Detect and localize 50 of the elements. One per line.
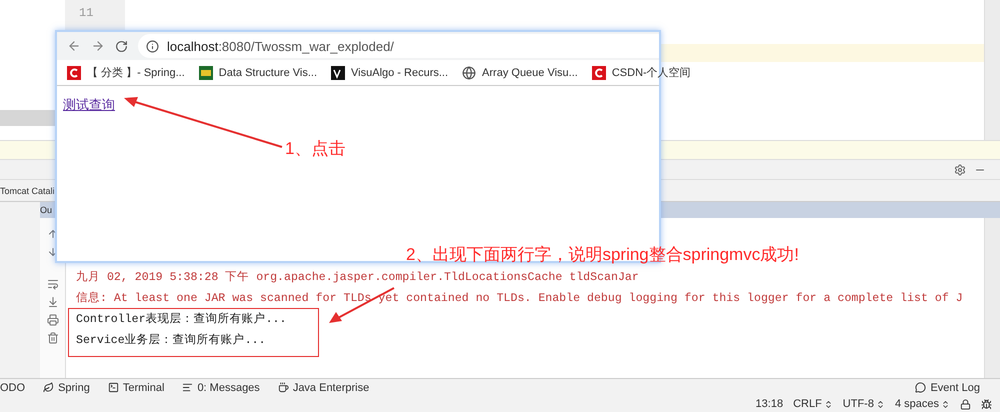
tool-window-tab[interactable]: ODO (0, 382, 26, 394)
c-logo-icon (67, 66, 81, 80)
output-tab[interactable]: Ou (40, 202, 55, 218)
bookmark[interactable]: VisuAlgo - Recurs... (331, 66, 448, 80)
lock-icon[interactable] (960, 398, 971, 410)
bookmark[interactable]: Data Structure Vis... (198, 66, 318, 80)
address-bar[interactable]: localhost:8080/Twossm_war_exploded/ (138, 34, 659, 58)
logo-icon (198, 66, 213, 80)
speech-bubble-icon (915, 382, 926, 393)
status-item: 13:18 (756, 398, 784, 410)
chevrons-icon (876, 400, 885, 408)
event-log-tab[interactable]: Event Log (915, 382, 980, 394)
tool-tab[interactable]: Tomcat Catali (0, 186, 55, 196)
chevrons-icon (941, 400, 950, 408)
line-number: 11 (79, 6, 94, 20)
status-item[interactable]: CRLF (793, 398, 833, 410)
bookmark[interactable]: CSDN-个人空间 (592, 65, 691, 80)
c-logo-icon (592, 66, 606, 80)
logo-icon (331, 66, 346, 80)
reload-icon[interactable] (115, 40, 128, 52)
tool-window-tab[interactable]: Terminal (108, 382, 164, 394)
console-line: 信息: At least one JAR was scanned for TLDs yet contained no TLDs. Enable debug logging for this logger for a complete list of J (76, 290, 964, 306)
trash-icon[interactable] (46, 332, 58, 344)
settings-icon[interactable] (954, 164, 966, 176)
bookmark[interactable]: Array Queue Visu... (462, 66, 578, 80)
tool-window-tab[interactable]: Java Enterprise (278, 382, 370, 394)
console-line: Service业务层：查询所有账户... (76, 332, 267, 348)
print-icon[interactable] (46, 314, 58, 326)
console-line: 九月 02, 2019 5:38:28 下午 org.apache.jasper.compiler.TldLocationsCache tldScanJar (76, 270, 640, 285)
globe-icon (462, 66, 476, 80)
console-line: Controller表现层：查询所有账户... (76, 311, 288, 327)
forward-icon[interactable] (91, 39, 105, 53)
tool-window-tab[interactable]: 0: Messages (182, 382, 260, 394)
wrap-icon[interactable] (46, 278, 58, 290)
status-item[interactable]: UTF-8 (842, 398, 885, 410)
messages-icon (182, 382, 194, 393)
bookmark[interactable]: 【 分类 】- Spring... (67, 65, 185, 80)
leaf-icon (43, 382, 54, 393)
status-item[interactable]: 4 spaces (894, 398, 950, 410)
chevrons-icon (824, 400, 833, 408)
info-icon[interactable] (146, 40, 159, 52)
cup-icon (278, 382, 289, 393)
tool-window-tab[interactable]: Spring (43, 382, 90, 394)
annotation-text: 1、点击 (285, 140, 346, 159)
bug-icon[interactable] (981, 398, 992, 410)
annotation-text: 2、出现下面两行字，说明spring整合springmvc成功! (406, 246, 799, 265)
back-icon[interactable] (67, 39, 81, 53)
scroll-to-end-icon[interactable] (46, 296, 58, 308)
query-link[interactable]: 测试查询 (63, 96, 115, 114)
terminal-icon (108, 382, 119, 393)
